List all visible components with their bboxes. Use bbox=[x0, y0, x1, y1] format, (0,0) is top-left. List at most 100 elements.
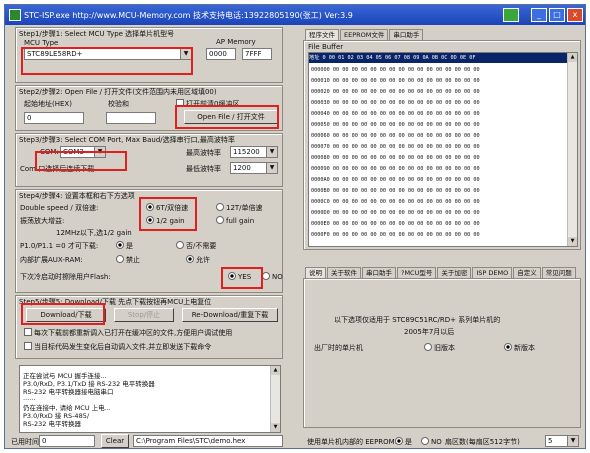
radio-eeprom-yes-label: 是 bbox=[405, 438, 412, 446]
eeprom-label: 使用单片机内部的 EEPROM: bbox=[307, 438, 398, 446]
checksum-field[interactable] bbox=[106, 112, 156, 124]
minimize-button[interactable]: _ bbox=[531, 8, 547, 22]
log-scrollbar[interactable]: ▲ ▼ bbox=[270, 366, 280, 432]
scroll-up-icon[interactable]: ▲ bbox=[271, 366, 280, 375]
hex-row: 0000B0 00 00 00 00 00 00 00 00 00 00 00 … bbox=[311, 188, 480, 194]
min-baud-select[interactable]: 1200 ▼ bbox=[230, 162, 278, 174]
radio-12t[interactable]: 12T/单倍速 bbox=[216, 203, 263, 213]
double-speed-label: Double speed / 双倍速: bbox=[20, 204, 99, 212]
radio-full-gain[interactable]: full gain bbox=[216, 216, 254, 225]
radio-ale-yes[interactable]: 是 bbox=[116, 241, 133, 251]
hex-row: 0000C0 00 00 00 00 00 00 00 00 00 00 00 … bbox=[311, 199, 480, 205]
mcu-type-label: MCU Type bbox=[24, 39, 59, 47]
hex-row: 000040 00 00 00 00 00 00 00 00 00 00 00 … bbox=[311, 111, 480, 117]
highlight-com-port bbox=[35, 151, 127, 171]
radio-xram-no[interactable]: 禁止 bbox=[116, 255, 140, 265]
sectors-select[interactable]: 5 ▼ bbox=[545, 435, 579, 447]
flash-label: 下次冷启动时擦除用户Flash: bbox=[20, 273, 111, 281]
tray-icon[interactable] bbox=[503, 8, 519, 22]
max-baud-label: 最高波特率 bbox=[186, 149, 221, 157]
radio-icon bbox=[424, 343, 432, 351]
highlight-speed-gain bbox=[139, 197, 197, 231]
hex-row: 000020 00 00 00 00 00 00 00 00 00 00 00 … bbox=[311, 89, 480, 95]
radio-selected-icon bbox=[186, 255, 194, 263]
info-panel: 以下选项仅适用于 STC89C51RC/RD+ 系列单片机的 2005年7月以后… bbox=[303, 278, 581, 428]
highlight-download bbox=[21, 303, 105, 325]
radio-icon bbox=[216, 216, 224, 224]
radio-12t-label: 12T/单倍速 bbox=[226, 204, 263, 212]
min-baud-label: 最低波特率 bbox=[186, 165, 221, 173]
radio-info-b[interactable]: 新版本 bbox=[504, 343, 535, 353]
radio-ale-no-label: 否/不需要 bbox=[186, 242, 217, 250]
radio-xram-no-label: 禁止 bbox=[126, 256, 140, 264]
hex-row: 000010 00 00 00 00 00 00 00 00 00 00 00 … bbox=[311, 78, 480, 84]
hex-row: 0000E0 00 00 00 00 00 00 00 00 00 00 00 … bbox=[311, 221, 480, 227]
offset-label: 起始地址(HEX) bbox=[24, 100, 72, 108]
ap-start-field[interactable]: 0000 bbox=[206, 48, 236, 60]
info-line1: 以下选项仅适用于 STC89C51RC/RD+ 系列单片机的 bbox=[334, 316, 501, 324]
radio-selected-icon bbox=[504, 343, 512, 351]
hex-row: 000090 00 00 00 00 00 00 00 00 00 00 00 … bbox=[311, 166, 480, 172]
radio-flash-no[interactable]: NO bbox=[262, 272, 283, 281]
radio-full-gain-label: full gain bbox=[226, 217, 255, 225]
xram-label: 内部扩展AUX-RAM: bbox=[20, 256, 83, 264]
scroll-down-icon[interactable]: ▼ bbox=[271, 423, 280, 432]
radio-info-a-label: 旧版本 bbox=[434, 344, 455, 352]
radio-icon bbox=[421, 437, 429, 445]
ap-memory-label: AP Memory bbox=[216, 38, 256, 46]
radio-xram-yes[interactable]: 允许 bbox=[186, 255, 210, 265]
radio-xram-yes-label: 允许 bbox=[196, 256, 210, 264]
buffer-panel: File Buffer 地址 0 00 01 02 03 04 05 06 07… bbox=[303, 40, 581, 250]
maximize-button[interactable]: □ bbox=[549, 8, 565, 22]
reload-before-download-label: 每次下载前都重新调入已打开在缓冲区的文件,方便用户调试使用 bbox=[34, 329, 233, 337]
chevron-down-icon: ▼ bbox=[266, 163, 277, 173]
highlight-mcu-type bbox=[21, 47, 193, 75]
radio-info-a[interactable]: 旧版本 bbox=[424, 343, 455, 353]
hex-row: 000070 00 00 00 00 00 00 00 00 00 00 00 … bbox=[311, 144, 480, 150]
osc-note: 12MHz以下,选1/2 gain bbox=[56, 229, 132, 237]
scroll-down-icon[interactable]: ▼ bbox=[568, 237, 577, 246]
redownload-button[interactable]: Re-Download/重复下载 bbox=[182, 308, 278, 322]
radio-selected-icon bbox=[116, 241, 124, 249]
amp-gain-label: 振荡放大增益: bbox=[20, 217, 65, 225]
hex-row: 000000 00 00 00 00 00 00 00 00 00 00 00 … bbox=[311, 67, 480, 73]
offset-field[interactable]: 0 bbox=[24, 112, 84, 124]
hex-row: 0000A0 00 00 00 00 00 00 00 00 00 00 00 … bbox=[311, 177, 480, 183]
hex-scrollbar[interactable]: ▲ ▼ bbox=[567, 53, 577, 246]
hex-row: 000050 00 00 00 00 00 00 00 00 00 00 00 … bbox=[311, 122, 480, 128]
sectors-label: 扇区数(每扇区512字节) bbox=[445, 438, 520, 446]
radio-eeprom-yes[interactable]: 是 bbox=[395, 437, 412, 447]
hex-header: 地址 0 00 01 02 03 04 05 06 07 08 09 0A 0B… bbox=[309, 53, 567, 63]
log-line: RS-232 电平转换器接电脑串口 bbox=[23, 388, 114, 396]
stop-button[interactable]: Stop/停止 bbox=[114, 308, 174, 322]
radio-selected-icon bbox=[395, 437, 403, 445]
elapsed-field: 0 bbox=[39, 435, 95, 447]
hex-row: 0000F0 00 00 00 00 00 00 00 00 00 00 00 … bbox=[311, 232, 480, 238]
radio-eeprom-no[interactable]: NO bbox=[421, 437, 442, 446]
chevron-down-icon: ▼ bbox=[266, 147, 277, 157]
scroll-up-icon[interactable]: ▲ bbox=[568, 53, 577, 62]
message-log[interactable]: 正在尝试与 MCU 握手连接... P3.0/RxD, P3.1/TxD 接 R… bbox=[19, 365, 281, 433]
max-baud-select[interactable]: 115200 ▼ bbox=[230, 146, 278, 158]
radio-ale-no[interactable]: 否/不需要 bbox=[176, 241, 216, 251]
checksum-label: 校验和 bbox=[108, 100, 129, 108]
highlight-open-file bbox=[175, 105, 279, 129]
hex-row: 000030 00 00 00 00 00 00 00 00 00 00 00 … bbox=[311, 100, 480, 106]
ap-end-field[interactable]: 7FFF bbox=[242, 48, 272, 60]
title-bar: STC-ISP.exe http://www.MCU-Memory.com 技术… bbox=[5, 5, 585, 25]
close-button[interactable]: x bbox=[567, 8, 583, 22]
clear-button[interactable]: Clear bbox=[101, 434, 129, 448]
radio-flash-no-label: NO bbox=[272, 273, 283, 281]
radio-eeprom-no-label: NO bbox=[431, 438, 442, 446]
hex-buffer-view[interactable]: 地址 0 00 01 02 03 04 05 06 07 08 09 0A 0B… bbox=[308, 52, 578, 247]
file-buffer-label: File Buffer bbox=[308, 43, 344, 51]
step3-header: Step3/步骤3: Select COM Port, Max Baud/选择串… bbox=[19, 136, 235, 144]
radio-info-b-label: 新版本 bbox=[514, 344, 535, 352]
radio-icon bbox=[176, 241, 184, 249]
reload-before-download-checkbox[interactable]: 每次下载前都重新调入已打开在缓冲区的文件,方便用户调试使用 bbox=[24, 328, 232, 338]
auto-reload-checkbox[interactable]: 当目标代码发生变化后自动调入文件,并立即发送下载命令 bbox=[24, 342, 211, 352]
step2-header: Step2/步骤2: Open File / 打开文件(文件范围内未用区域填00… bbox=[19, 88, 217, 96]
radio-icon bbox=[216, 203, 224, 211]
app-icon bbox=[9, 9, 21, 21]
checkbox-icon bbox=[24, 342, 32, 350]
